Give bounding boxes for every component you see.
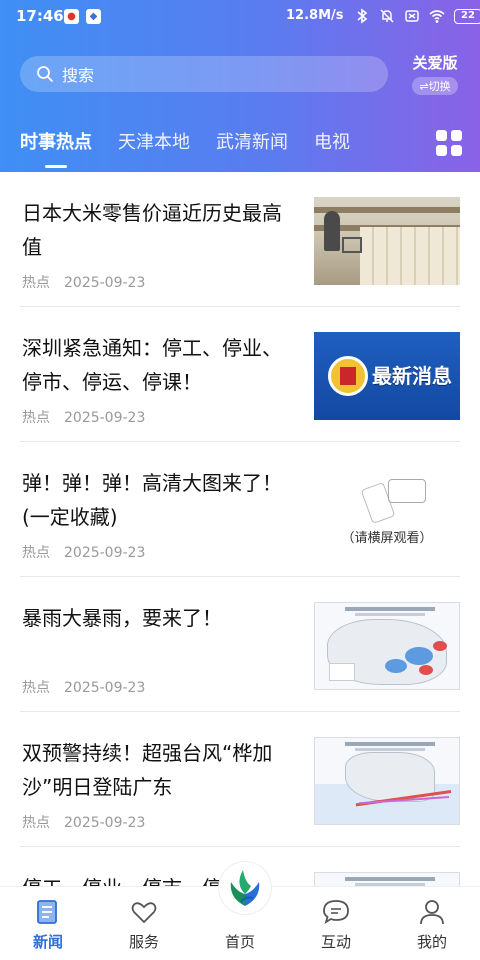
wifi-icon (429, 10, 445, 23)
channel-grid-icon[interactable] (436, 130, 462, 156)
news-meta: 热点 2025-09-23 (22, 542, 145, 562)
status-time: 17:46 (16, 7, 64, 25)
nav-service[interactable]: 服务 (104, 897, 184, 952)
channel-tabs: 时事热点 天津本地 武清新闻 电视 (20, 128, 376, 168)
news-item[interactable]: 暴雨大暴雨，要来了！ 热点 2025-09-23 (20, 577, 460, 712)
news-meta: 热点 2025-09-23 (22, 407, 145, 427)
status-icons: 22 (354, 8, 480, 24)
news-thumbnail[interactable]: 最新消息 (314, 332, 460, 420)
tab-current-affairs[interactable]: 时事热点 (20, 128, 92, 168)
rotate-phone-icon (388, 479, 426, 503)
header: 17:46 ● ◆ 12.8M/s 22 搜索 关爱版 ⇌切换 时事热点 天津本… (0, 0, 480, 172)
nav-label: 新闻 (32, 933, 63, 951)
search-icon (37, 66, 53, 82)
news-date: 2025-09-23 (64, 815, 146, 831)
app-notification-icon: ● (64, 9, 79, 24)
home-logo-icon[interactable] (219, 862, 271, 914)
nav-mine[interactable]: 我的 (392, 897, 472, 952)
app-notification-icon: ◆ (86, 9, 101, 24)
thumbnail-caption: 最新消息 (372, 364, 452, 388)
news-date: 2025-09-23 (64, 410, 146, 426)
news-feed: 日本大米零售价逼近历史最高值 热点 2025-09-23 深圳紧急通知：停工、停业… (0, 172, 480, 960)
tab-tv[interactable]: 电视 (314, 128, 350, 158)
tab-tianjin-local[interactable]: 天津本地 (118, 128, 190, 158)
nav-label: 首页 (224, 933, 255, 951)
status-bar: 17:46 ● ◆ 12.8M/s 22 (0, 0, 480, 34)
news-item[interactable]: 弹！弹！弹！高清大图来了！(一定收藏) 热点 2025-09-23 （请横屏观看） (20, 442, 460, 577)
nav-news[interactable]: 新闻 (8, 897, 88, 952)
network-speed: 12.8M/s (286, 8, 344, 23)
news-tag: 热点 (22, 410, 50, 426)
news-title[interactable]: 暴雨大暴雨，要来了！ (22, 601, 292, 635)
care-mode-switch[interactable]: ⇌切换 (412, 77, 458, 95)
news-date: 2025-09-23 (64, 680, 146, 696)
chat-bubble-icon (323, 900, 349, 924)
news-meta: 热点 2025-09-23 (22, 272, 145, 292)
search-bar[interactable]: 搜索 (20, 56, 388, 92)
news-tag: 热点 (22, 545, 50, 561)
care-mode-title: 关爱版 (412, 54, 458, 72)
news-item[interactable]: 日本大米零售价逼近历史最高值 热点 2025-09-23 (20, 172, 460, 307)
newspaper-icon (37, 900, 57, 924)
news-thumbnail[interactable] (314, 602, 460, 690)
news-meta: 热点 2025-09-23 (22, 677, 145, 697)
bell-mute-icon (380, 9, 394, 23)
heart-icon (131, 902, 157, 924)
nav-label: 服务 (128, 933, 159, 951)
news-title[interactable]: 双预警持续！超强台风“桦加沙”明日登陆广东 (22, 736, 292, 804)
news-item[interactable]: 双预警持续！超强台风“桦加沙”明日登陆广东 热点 2025-09-23 (20, 712, 460, 847)
nav-interact[interactable]: 互动 (296, 897, 376, 952)
news-thumbnail[interactable] (314, 197, 460, 285)
thumbnail-caption: （请横屏观看） (341, 531, 433, 546)
news-thumbnail[interactable] (314, 737, 460, 825)
battery-icon: 22 (454, 8, 480, 24)
tab-wuqing-news[interactable]: 武清新闻 (216, 128, 288, 158)
bluetooth-icon (357, 8, 368, 24)
news-tag: 热点 (22, 815, 50, 831)
news-title[interactable]: 日本大米零售价逼近历史最高值 (22, 196, 292, 264)
news-meta: 热点 2025-09-23 (22, 812, 145, 832)
care-mode-toggle[interactable]: 关爱版 ⇌切换 (406, 52, 464, 95)
sim-off-icon (405, 10, 419, 22)
emblem-icon (328, 356, 368, 396)
nav-label: 互动 (320, 933, 351, 951)
nav-label: 我的 (416, 933, 447, 951)
search-placeholder: 搜索 (62, 66, 95, 85)
news-date: 2025-09-23 (64, 545, 146, 561)
news-date: 2025-09-23 (64, 275, 146, 291)
news-tag: 热点 (22, 275, 50, 291)
news-title[interactable]: 深圳紧急通知：停工、停业、停市、停运、停课！ (22, 331, 292, 399)
news-item[interactable]: 深圳紧急通知：停工、停业、停市、停运、停课！ 热点 2025-09-23 最新消息 (20, 307, 460, 442)
person-icon (420, 900, 444, 925)
news-tag: 热点 (22, 680, 50, 696)
home-logo-graphic (230, 870, 260, 906)
news-title[interactable]: 弹！弹！弹！高清大图来了！(一定收藏) (22, 466, 292, 534)
news-thumbnail[interactable]: （请横屏观看） (314, 467, 460, 555)
